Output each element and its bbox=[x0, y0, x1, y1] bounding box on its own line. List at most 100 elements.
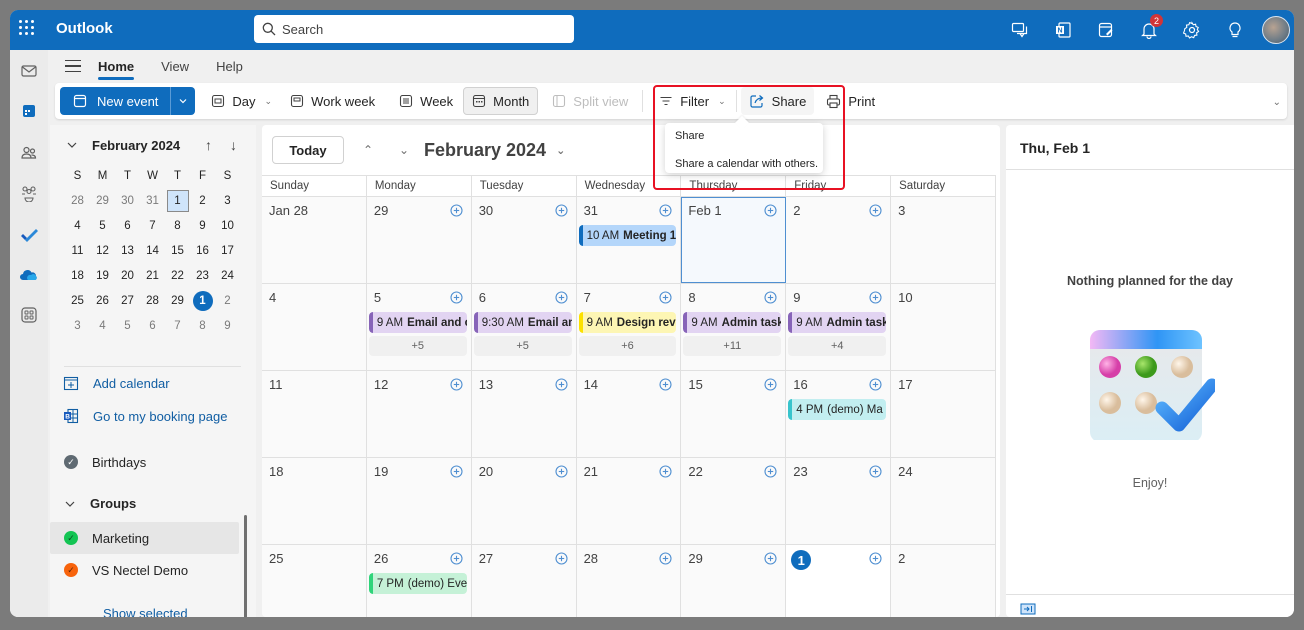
day-cell[interactable]: 29 bbox=[681, 545, 787, 617]
day-cell[interactable]: 2 bbox=[786, 197, 892, 283]
calendar-event[interactable]: 9 AM Email and c bbox=[368, 312, 467, 333]
calendar-item-birthdays[interactable]: ✓ Birthdays bbox=[50, 446, 239, 478]
mini-calendar-day[interactable]: 8 bbox=[190, 313, 215, 338]
day-cell[interactable]: 12 bbox=[366, 371, 472, 457]
calendar-event[interactable]: 4 PM (demo) Ma bbox=[788, 399, 887, 420]
mini-calendar-day[interactable]: 4 bbox=[90, 313, 115, 338]
mini-calendar-day[interactable]: 22 bbox=[165, 263, 190, 288]
day-cell[interactable]: 13 bbox=[471, 371, 577, 457]
work-week-view-button[interactable]: Work week bbox=[282, 87, 383, 115]
add-event-icon[interactable] bbox=[555, 291, 568, 304]
split-view-button[interactable]: Split view bbox=[544, 87, 636, 115]
mini-calendar-day[interactable]: 12 bbox=[90, 238, 115, 263]
add-event-icon[interactable] bbox=[869, 378, 882, 391]
day-cell[interactable]: 7 9 AM Design revi +6 bbox=[576, 284, 682, 370]
next-month-chevron-icon[interactable]: ⌄ bbox=[386, 143, 422, 157]
todo-icon[interactable] bbox=[18, 224, 40, 246]
day-cell[interactable]: 30 bbox=[471, 197, 577, 283]
day-cell[interactable]: 21 bbox=[576, 458, 682, 544]
mini-calendar-day[interactable]: 25 bbox=[65, 288, 90, 313]
calendar-event[interactable]: 9:30 AM Email an bbox=[473, 312, 572, 333]
expand-pane-icon[interactable] bbox=[1020, 603, 1036, 615]
day-cell[interactable]: 26 7 PM (demo) Eve bbox=[366, 545, 472, 617]
mini-calendar-day[interactable]: 18 bbox=[65, 263, 90, 288]
day-cell[interactable]: 9 9 AM Admin task +4 bbox=[786, 284, 892, 370]
mini-calendar-day[interactable]: 1 bbox=[165, 188, 190, 213]
more-events-button[interactable]: +6 bbox=[578, 336, 677, 356]
mini-calendar-day[interactable]: 7 bbox=[140, 213, 165, 238]
calendar-event[interactable]: 9 AM Design revi bbox=[578, 312, 677, 333]
calendar-item-marketing[interactable]: ✓ Marketing bbox=[50, 522, 239, 554]
mini-calendar-day[interactable]: 27 bbox=[115, 288, 140, 313]
more-events-button[interactable]: +5 bbox=[473, 336, 572, 356]
mini-calendar-day[interactable]: 8 bbox=[165, 213, 190, 238]
month-view-button[interactable]: Month bbox=[463, 87, 539, 115]
mini-calendar-day[interactable]: 28 bbox=[140, 288, 165, 313]
mini-calendar-day[interactable]: 28 bbox=[65, 188, 90, 213]
onedrive-icon[interactable] bbox=[18, 264, 40, 286]
next-month-arrow-icon[interactable]: ↓ bbox=[221, 137, 246, 153]
mini-calendar-day[interactable]: 19 bbox=[90, 263, 115, 288]
show-selected-link[interactable]: Show selected bbox=[103, 606, 188, 617]
my-day-icon[interactable] bbox=[1084, 10, 1127, 50]
add-event-icon[interactable] bbox=[659, 378, 672, 391]
day-cell[interactable]: 29 bbox=[366, 197, 472, 283]
search-input[interactable] bbox=[282, 21, 562, 37]
add-event-icon[interactable] bbox=[659, 291, 672, 304]
mini-calendar-day[interactable]: 2 bbox=[190, 188, 215, 213]
mini-calendar-day[interactable]: 6 bbox=[115, 213, 140, 238]
day-cell[interactable]: 27 bbox=[471, 545, 577, 617]
more-events-button[interactable]: +5 bbox=[368, 336, 467, 356]
people-icon[interactable] bbox=[18, 142, 40, 164]
add-event-icon[interactable] bbox=[764, 378, 777, 391]
day-cell[interactable]: 20 bbox=[471, 458, 577, 544]
add-event-icon[interactable] bbox=[869, 465, 882, 478]
new-event-button[interactable]: New event bbox=[60, 87, 172, 115]
add-event-icon[interactable] bbox=[869, 291, 882, 304]
mini-calendar-day[interactable]: 2 bbox=[215, 288, 240, 313]
app-launcher-icon[interactable] bbox=[19, 20, 35, 36]
mini-calendar-day[interactable]: 3 bbox=[215, 188, 240, 213]
calendar-icon[interactable] bbox=[18, 100, 40, 122]
tips-lightbulb-icon[interactable] bbox=[1213, 10, 1256, 50]
day-cell[interactable]: Jan 28 bbox=[262, 197, 367, 283]
day-cell[interactable]: 17 bbox=[891, 371, 996, 457]
day-cell[interactable]: 14 bbox=[576, 371, 682, 457]
calendar-event[interactable]: 10 AM Meeting 1 bbox=[578, 225, 677, 246]
add-event-icon[interactable] bbox=[450, 204, 463, 217]
mini-calendar-day[interactable]: 17 bbox=[215, 238, 240, 263]
add-event-icon[interactable] bbox=[450, 378, 463, 391]
hamburger-menu-icon[interactable] bbox=[58, 51, 88, 81]
search-box[interactable] bbox=[254, 15, 574, 43]
mini-calendar-day[interactable]: 3 bbox=[65, 313, 90, 338]
day-cell[interactable]: 25 bbox=[262, 545, 367, 617]
day-cell[interactable]: 24 bbox=[891, 458, 996, 544]
add-event-icon[interactable] bbox=[555, 465, 568, 478]
share-button[interactable]: Share bbox=[740, 87, 815, 115]
mini-calendar-day[interactable]: 21 bbox=[140, 263, 165, 288]
mini-calendar-day[interactable]: 16 bbox=[190, 238, 215, 263]
mini-calendar-day[interactable]: 31 bbox=[140, 188, 165, 213]
mini-calendar-day[interactable]: 5 bbox=[90, 213, 115, 238]
add-event-icon[interactable] bbox=[555, 204, 568, 217]
teams-chat-icon[interactable] bbox=[998, 10, 1041, 50]
add-event-icon[interactable] bbox=[764, 552, 777, 565]
sidebar-scrollbar[interactable] bbox=[244, 515, 247, 617]
mini-calendar-day[interactable]: 11 bbox=[65, 238, 90, 263]
add-event-icon[interactable] bbox=[450, 552, 463, 565]
mini-calendar-day[interactable]: 5 bbox=[115, 313, 140, 338]
calendar-event[interactable]: 9 AM Admin task bbox=[788, 312, 887, 333]
mini-calendar-day[interactable]: 30 bbox=[115, 188, 140, 213]
notifications-bell-icon[interactable]: 2 bbox=[1127, 10, 1170, 50]
more-apps-icon[interactable] bbox=[18, 304, 40, 326]
month-picker[interactable]: February 2024 ⌄ bbox=[424, 140, 565, 161]
add-event-icon[interactable] bbox=[659, 552, 672, 565]
day-cell[interactable]: 11 bbox=[262, 371, 367, 457]
mini-calendar-day[interactable]: 10 bbox=[215, 213, 240, 238]
add-calendar-link[interactable]: Add calendar bbox=[63, 375, 170, 391]
mini-calendar-day[interactable]: 13 bbox=[115, 238, 140, 263]
day-cell[interactable]: 3 bbox=[891, 197, 996, 283]
calendar-event[interactable]: 9 AM Admin task bbox=[683, 312, 782, 333]
collapse-chevron-icon[interactable] bbox=[66, 139, 78, 151]
previous-month-arrow-icon[interactable]: ↑ bbox=[196, 137, 221, 153]
